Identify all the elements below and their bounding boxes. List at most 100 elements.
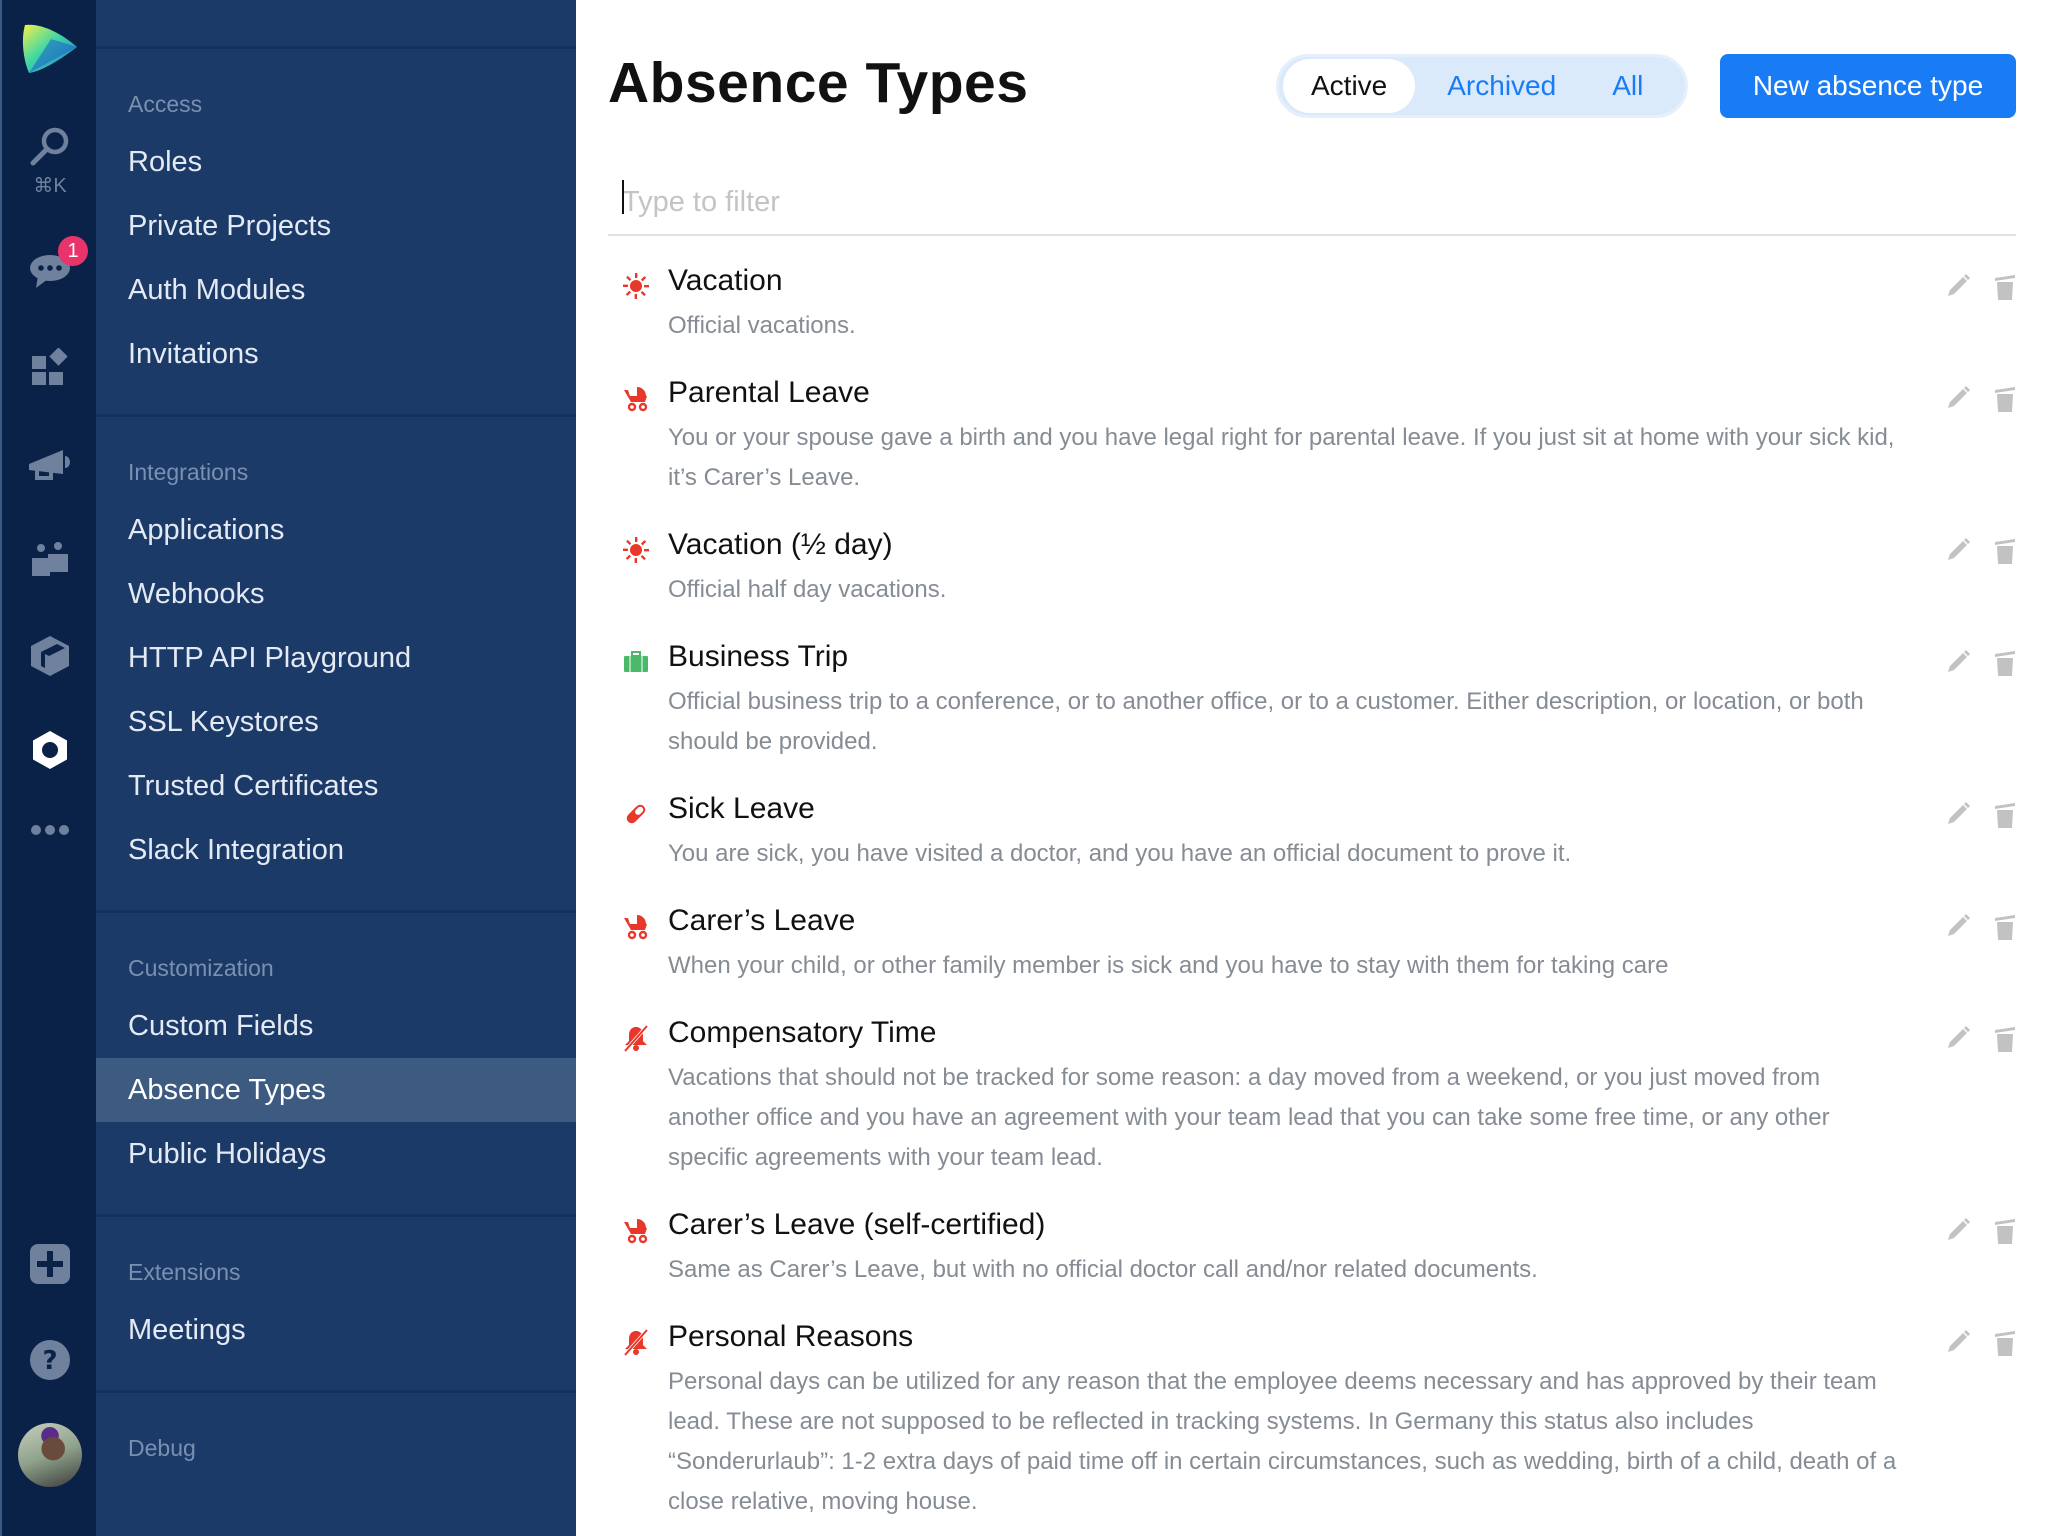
edit-icon[interactable]	[1944, 272, 1970, 302]
sidebar-item-applications[interactable]: Applications	[96, 498, 576, 562]
row-actions	[1944, 1328, 2018, 1358]
edit-icon[interactable]	[1944, 1328, 1970, 1358]
search-button[interactable]: ⌘K	[2, 118, 98, 204]
team-icon	[32, 542, 68, 576]
chat-button[interactable]: 1	[2, 236, 98, 300]
user-avatar-button[interactable]	[2, 1420, 98, 1490]
sidebar-item-private-projects[interactable]: Private Projects	[96, 194, 576, 258]
absence-type-description: Official half day vacations.	[668, 576, 947, 603]
sidebar-item-webhooks[interactable]: Webhooks	[96, 562, 576, 626]
absence-type-name: Parental Leave	[668, 376, 870, 409]
absence-type-description: You or your spouse gave a birth and you …	[668, 424, 1895, 491]
filter-input[interactable]	[608, 170, 2016, 236]
sidebar-item-slack-integration[interactable]: Slack Integration	[96, 818, 576, 882]
sidebar-section-extensions: Extensions Meetings	[96, 1214, 576, 1390]
add-button[interactable]	[2, 1234, 98, 1294]
packages-button[interactable]	[2, 626, 98, 686]
absence-type-name: Personal Reasons	[668, 1320, 914, 1353]
absence-type-name: Carer’s Leave (self-certified)	[668, 1208, 1046, 1241]
app-logo[interactable]	[2, 18, 98, 78]
tab-active[interactable]: Active	[1283, 59, 1416, 113]
status-filter-tabs: Active Archived All	[1276, 54, 1688, 118]
sidebar-heading: Customization	[128, 955, 274, 981]
edit-icon[interactable]	[1944, 800, 1970, 830]
absence-type-name: Business Trip	[668, 640, 849, 673]
megaphone-icon	[29, 450, 70, 480]
help-button[interactable]: ?	[2, 1330, 98, 1390]
sidebar-item-roles[interactable]: Roles	[96, 130, 576, 194]
new-absence-type-button[interactable]: New absence type	[1720, 54, 2016, 118]
sidebar-item-auth-modules[interactable]: Auth Modules	[96, 258, 576, 322]
text-cursor	[622, 180, 624, 214]
tab-all[interactable]: All	[1584, 59, 1671, 113]
absence-type-name: Sick Leave	[668, 792, 815, 825]
sidebar-heading: Debug	[128, 1435, 196, 1461]
bell-slash-icon	[622, 1024, 650, 1053]
sun-icon	[622, 536, 650, 564]
add-icon	[30, 1244, 70, 1284]
trash-icon[interactable]	[1992, 536, 2018, 566]
absence-type-description: When your child, or other family member …	[668, 952, 1669, 979]
absence-type-name: Carer’s Leave	[668, 904, 856, 937]
more-button[interactable]	[2, 812, 98, 848]
trash-icon[interactable]	[1992, 384, 2018, 414]
avatar	[18, 1423, 82, 1487]
app-logo-icon	[22, 24, 77, 73]
row-actions	[1944, 1024, 2018, 1054]
edit-icon[interactable]	[1944, 1216, 1970, 1246]
settings-icon	[33, 731, 67, 769]
edit-icon[interactable]	[1944, 912, 1970, 942]
trash-icon[interactable]	[1992, 912, 2018, 942]
icon-rail: ⌘K 1 ?	[0, 0, 96, 1536]
svg-text:?: ?	[42, 1346, 57, 1376]
trash-icon[interactable]	[1992, 272, 2018, 302]
team-button[interactable]	[2, 530, 98, 590]
trash-icon[interactable]	[1992, 648, 2018, 678]
edit-icon[interactable]	[1944, 648, 1970, 678]
sidebar-item-custom-fields[interactable]: Custom Fields	[96, 994, 576, 1058]
sun-icon	[622, 272, 650, 300]
stroller-icon	[622, 384, 650, 412]
absence-type-description: Official vacations.	[668, 312, 856, 339]
row-actions	[1944, 272, 2018, 302]
edit-icon[interactable]	[1944, 384, 1970, 414]
absence-type-description: Official business trip to a conference, …	[668, 688, 1864, 755]
announcements-button[interactable]	[2, 434, 98, 494]
sidebar-item-trusted-certificates[interactable]: Trusted Certificates	[96, 754, 576, 818]
apps-button[interactable]	[2, 338, 98, 398]
row-actions	[1944, 912, 2018, 942]
sidebar-heading: Integrations	[128, 459, 249, 485]
apps-icon	[32, 348, 68, 385]
sidebar-item-meetings[interactable]: Meetings	[96, 1298, 576, 1362]
edit-icon[interactable]	[1944, 536, 1970, 566]
stroller-icon	[622, 1216, 650, 1244]
more-icon	[31, 825, 69, 835]
sidebar-item-http-api-playground[interactable]: HTTP API Playground	[96, 626, 576, 690]
stroller-icon	[622, 912, 650, 940]
trash-icon[interactable]	[1992, 800, 2018, 830]
sidebar-item-ssl-keystores[interactable]: SSL Keystores	[96, 690, 576, 754]
chat-badge: 1	[58, 236, 88, 266]
search-shortcut-hint: ⌘K	[33, 174, 67, 197]
page-title: Absence Types	[608, 51, 1029, 115]
row-actions	[1944, 1216, 2018, 1246]
trash-icon[interactable]	[1992, 1328, 2018, 1358]
sidebar-item-absence-types[interactable]: Absence Types	[96, 1058, 576, 1122]
row-actions	[1944, 648, 2018, 678]
pill-icon	[622, 800, 650, 828]
briefcase-icon	[622, 648, 650, 676]
edit-icon[interactable]	[1944, 1024, 1970, 1054]
sidebar-item-invitations[interactable]: Invitations	[96, 322, 576, 386]
sidebar-section-customization: Customization Custom Fields Absence Type…	[96, 910, 576, 1214]
sidebar-item-public-holidays[interactable]: Public Holidays	[96, 1122, 576, 1186]
sidebar-section-debug: Debug	[96, 1390, 576, 1536]
sidebar-heading: Access	[128, 91, 203, 117]
row-actions	[1944, 800, 2018, 830]
settings-button[interactable]	[2, 720, 98, 780]
tab-archived[interactable]: Archived	[1419, 59, 1584, 113]
sidebar-heading: Extensions	[128, 1259, 241, 1285]
trash-icon[interactable]	[1992, 1024, 2018, 1054]
absence-type-description: Vacations that should not be tracked for…	[668, 1064, 1830, 1171]
trash-icon[interactable]	[1992, 1216, 2018, 1246]
bell-slash-icon	[622, 1328, 650, 1357]
